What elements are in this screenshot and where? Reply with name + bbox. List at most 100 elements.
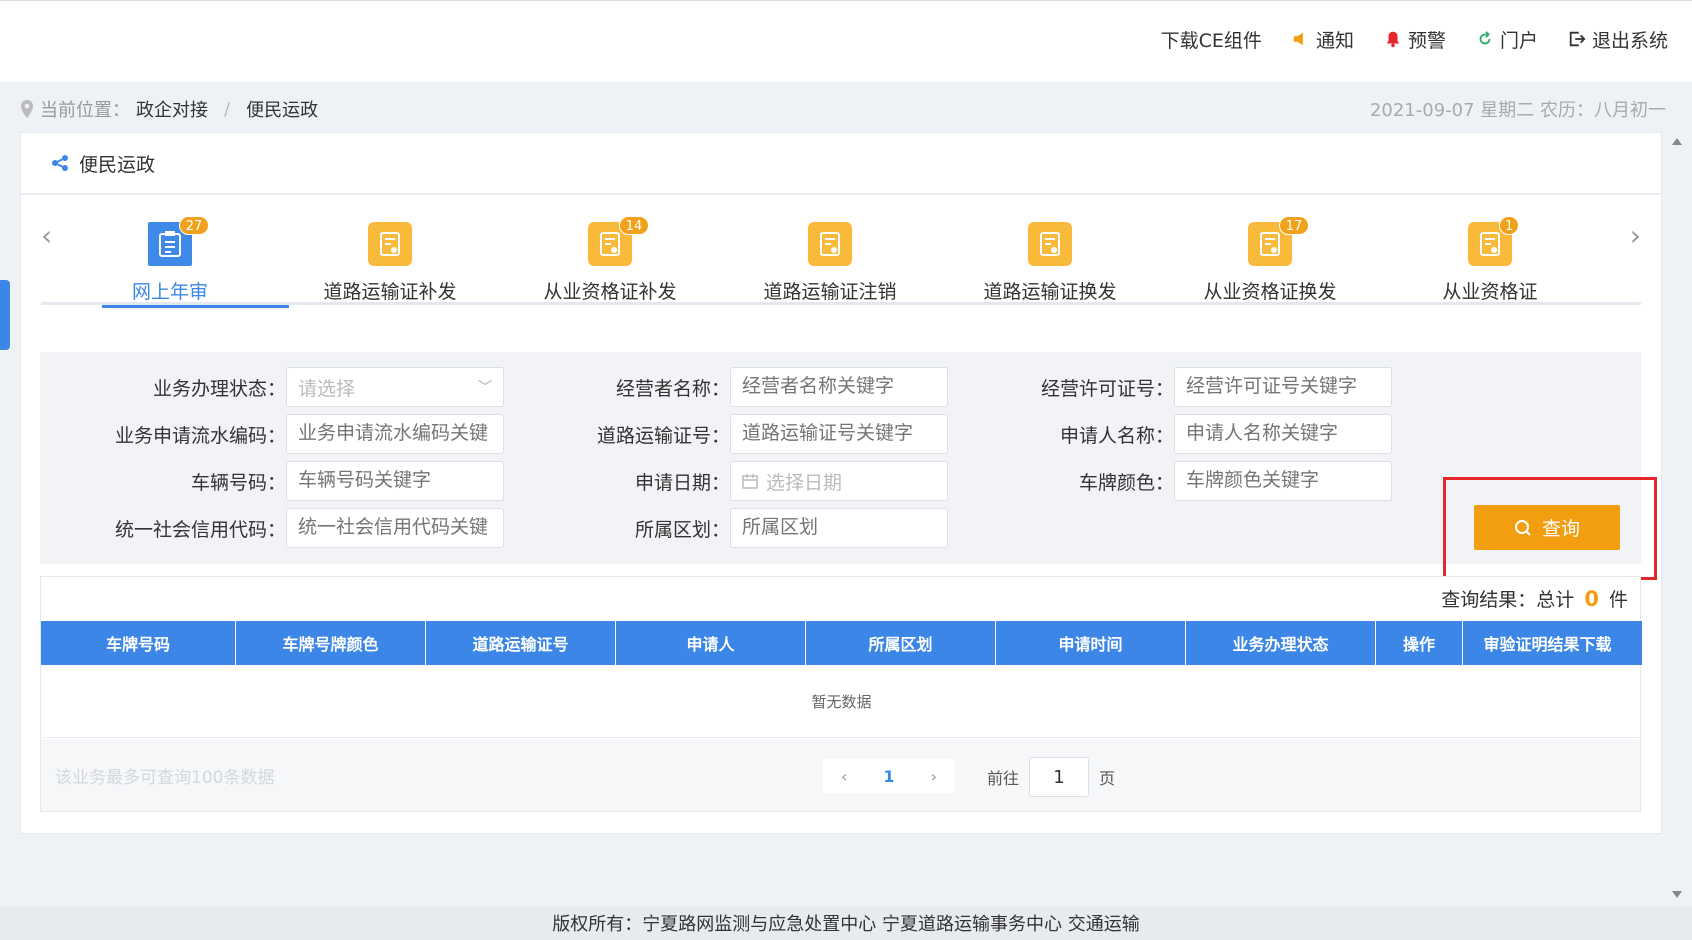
col-action: 操作 [1376, 621, 1463, 665]
goto-page: 前往 1 页 [987, 757, 1115, 797]
breadcrumb: 当前位置： 政企对接 / 便民运政 [20, 96, 318, 122]
notice-button[interactable]: 通知 [1292, 26, 1354, 53]
status-select[interactable]: 请选择 ﹀ [286, 367, 504, 407]
speaker-icon [1293, 32, 1303, 46]
side-drawer-handle[interactable] [0, 280, 10, 350]
tab-label: 从业资格证换发 [1203, 281, 1337, 303]
operator-name-label: 经营者名称： [615, 377, 730, 400]
transport-cert-input[interactable] [730, 414, 948, 454]
results-section: 查询结果：总计 0 件 车牌号码 车牌号牌颜色 道路运输证号 申请人 所属区划 … [40, 576, 1642, 812]
location-pin-icon [21, 100, 33, 118]
tab-online-annual-review[interactable]: 27 网上年审 [75, 197, 289, 308]
certificate-icon [368, 222, 412, 266]
goto-page-input[interactable]: 1 [1029, 757, 1090, 797]
top-bar: 下载CE组件 通知 预警 门户 退出系统 [0, 0, 1692, 82]
tab-transport-cert-cancel[interactable]: 道路运输证注销 [735, 197, 925, 305]
certificate-icon [1028, 222, 1072, 266]
transport-cert-label: 道路运输证号： [596, 424, 730, 447]
query-button[interactable]: 查询 [1474, 505, 1620, 550]
col-status: 业务办理状态 [1186, 621, 1376, 665]
applicant-input[interactable] [1174, 414, 1392, 454]
page-number[interactable]: 1 [883, 767, 894, 786]
plate-color-input[interactable] [1174, 461, 1392, 501]
status-placeholder: 请选择 [298, 377, 356, 400]
serial-no-label: 业务申请流水编码： [114, 424, 286, 447]
serial-no-input[interactable] [286, 414, 504, 454]
vehicle-no-input[interactable] [286, 461, 504, 501]
tab-badge: 27 [179, 216, 209, 235]
col-plate-no: 车牌号码 [41, 621, 236, 665]
prev-page-icon[interactable]: ‹ [841, 767, 847, 786]
status-label: 业务办理状态： [152, 377, 286, 400]
district-label: 所属区划： [634, 518, 730, 541]
tabs-next-arrow[interactable]: › [1630, 219, 1641, 252]
breadcrumb-bar: 当前位置： 政企对接 / 便民运政 2021-09-07 星期二 农历：八月初一 [0, 82, 1692, 132]
scroll-down-icon[interactable] [1672, 891, 1682, 898]
license-no-label: 经营许可证号： [1040, 377, 1174, 400]
next-page-icon[interactable]: › [931, 767, 937, 786]
breadcrumb-prefix: 当前位置： [40, 100, 130, 121]
query-button-label: 查询 [1541, 518, 1580, 540]
logout-icon [1569, 31, 1586, 47]
service-tabs: ‹ › 27 网上年审 道路运输证补发 14 从业资格证补发 道路运输证注销 道… [41, 197, 1641, 308]
download-ce-button[interactable]: 下载CE组件 [1161, 26, 1262, 53]
tab-label: 道路运输证换发 [983, 281, 1117, 303]
tabs-prev-arrow[interactable]: ‹ [41, 219, 52, 252]
tab-label: 从业资格证补发 [543, 281, 677, 303]
logout-button[interactable]: 退出系统 [1568, 26, 1668, 53]
portal-button[interactable]: 门户 [1476, 26, 1538, 53]
top-nav: 下载CE组件 通知 预警 门户 退出系统 [1161, 1, 1668, 77]
credit-code-input[interactable] [286, 508, 504, 548]
col-applicant: 申请人 [616, 621, 806, 665]
tab-label: 网上年审 [131, 281, 208, 303]
license-no-input[interactable] [1174, 367, 1392, 407]
plate-color-label: 车牌颜色： [1078, 471, 1174, 494]
goto-prefix: 前往 [987, 769, 1020, 788]
scroll-up-icon[interactable] [1672, 138, 1682, 145]
count-prefix: 查询结果：总计 [1441, 589, 1575, 611]
tab-qualification-reissue[interactable]: 14 从业资格证补发 [515, 197, 705, 305]
credit-code-label: 统一社会信用代码： [114, 518, 286, 541]
tab-label: 道路运输证补发 [323, 281, 457, 303]
vehicle-no-label: 车辆号码： [190, 471, 286, 494]
empty-table-message: 暂无数据 [41, 665, 1642, 738]
breadcrumb-separator: / [224, 98, 231, 120]
apply-date-picker[interactable]: 选择日期 [730, 461, 948, 501]
page: 下载CE组件 通知 预警 门户 退出系统 当前位置： 政企对接 / 便民运政 2… [0, 0, 1692, 940]
footer-copyright: 版权所有：宁夏路网监测与应急处置中心 宁夏道路运输事务中心 交通运输 [0, 906, 1692, 940]
tab-qualification[interactable]: 1 从业资格证 [1395, 197, 1585, 305]
vertical-scrollbar[interactable] [1668, 132, 1686, 904]
tab-badge: 17 [1279, 216, 1309, 235]
tab-qualification-renew[interactable]: 17 从业资格证换发 [1175, 197, 1365, 305]
col-district: 所属区划 [806, 621, 996, 665]
col-transport-cert: 道路运输证号 [426, 621, 616, 665]
tab-transport-cert-renew[interactable]: 道路运输证换发 [955, 197, 1145, 305]
panel-title: 便民运政 [79, 153, 156, 176]
count-suffix: 件 [1608, 589, 1628, 611]
pager: ‹ 1 › [823, 759, 955, 793]
count-number: 0 [1584, 587, 1599, 611]
share-icon [52, 155, 68, 171]
search-icon [1514, 519, 1531, 536]
certificate-icon [808, 222, 852, 266]
district-input[interactable] [730, 508, 948, 548]
col-plate-color: 车牌号牌颜色 [236, 621, 426, 665]
tab-transport-cert-reissue[interactable]: 道路运输证补发 [295, 197, 485, 305]
operator-name-input[interactable] [730, 367, 948, 407]
tab-label: 从业资格证 [1442, 281, 1538, 303]
bell-icon [1386, 31, 1400, 48]
download-label: 下载CE组件 [1160, 29, 1262, 52]
refresh-icon [1479, 31, 1491, 45]
goto-suffix: 页 [1099, 769, 1116, 788]
pagination-bar: 该业务最多可查询100条数据 ‹ 1 › 前往 1 页 [41, 739, 1640, 811]
filter-form: 业务办理状态： 请选择 ﹀ 经营者名称： 经营许可证号： 业务申请流水编码： 道… [40, 352, 1641, 564]
tab-label: 道路运输证注销 [763, 281, 897, 303]
tab-badge: 14 [619, 216, 649, 235]
alert-button[interactable]: 预警 [1384, 26, 1446, 53]
query-limit-note: 该业务最多可查询100条数据 [55, 768, 275, 788]
notice-label: 通知 [1315, 29, 1354, 52]
col-apply-time: 申请时间 [996, 621, 1186, 665]
breadcrumb-level1[interactable]: 政企对接 [136, 96, 208, 122]
logout-label: 退出系统 [1591, 29, 1668, 52]
date-display: 2021-09-07 星期二 农历：八月初一 [1369, 100, 1666, 121]
